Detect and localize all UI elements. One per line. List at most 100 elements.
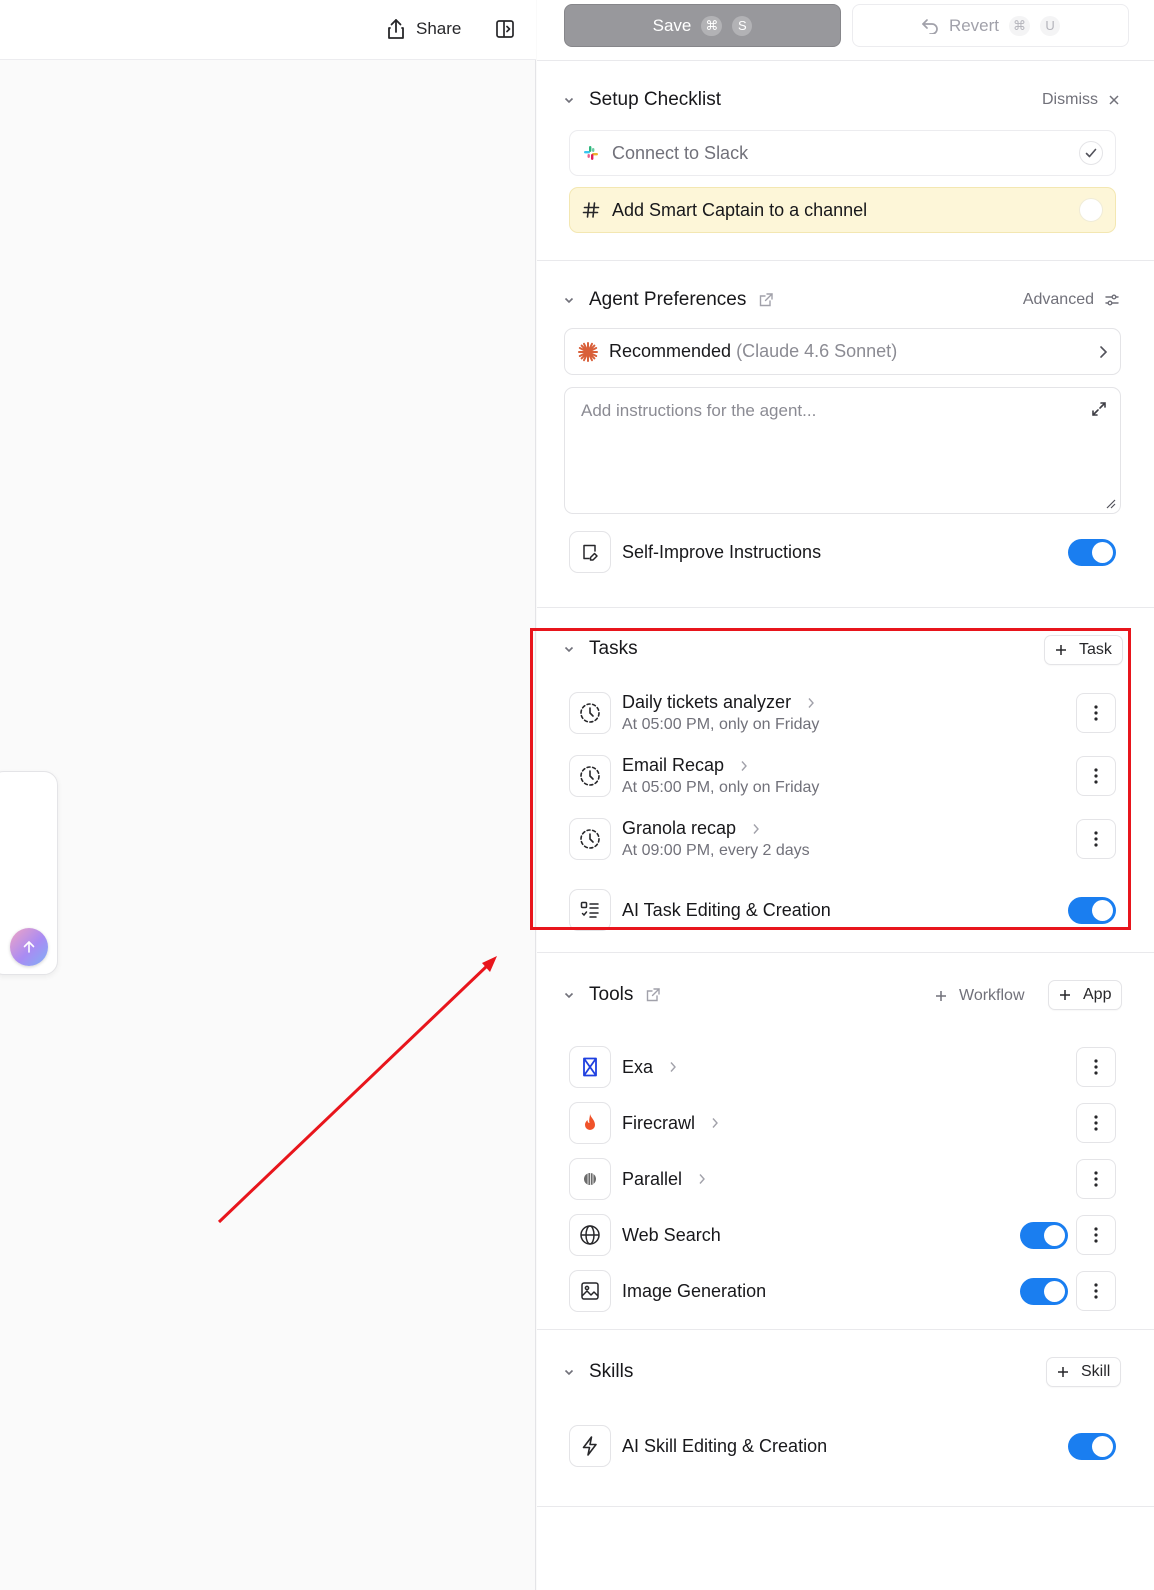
ai-task-editing-toggle[interactable] [1068, 896, 1116, 924]
tool-label: Image Generation [622, 1280, 767, 1301]
agent-settings-panel: Save ⌘ S Revert ⌘ U Setup Checklist Dism… [537, 0, 1154, 1590]
tasks-header[interactable]: Tasks [563, 638, 638, 660]
setup-checklist-header[interactable]: Setup Checklist [563, 89, 721, 111]
hash-icon [582, 202, 600, 218]
revert-button[interactable]: Revert ⌘ U [852, 4, 1129, 47]
clock-icon [569, 692, 611, 734]
instructions-textarea[interactable]: Add instructions for the agent... [564, 387, 1121, 514]
add-skill-label: Skill [1081, 1363, 1111, 1380]
dismiss-button[interactable]: Dismiss [1042, 91, 1120, 109]
advanced-button[interactable]: Advanced [1023, 291, 1120, 309]
web-search-toggle[interactable] [1020, 1221, 1068, 1249]
checklist-icon [569, 889, 611, 931]
model-detail: (Claude 4.6 Sonnet) [736, 341, 898, 361]
clock-icon [569, 755, 611, 797]
self-improve-toggle[interactable] [1068, 538, 1116, 566]
add-task-label: Task [1079, 641, 1112, 658]
more-options-button[interactable] [1076, 756, 1116, 796]
task-schedule: At 05:00 PM, only on Friday [622, 716, 820, 733]
save-button[interactable]: Save ⌘ S [564, 4, 841, 47]
more-vertical-icon [1094, 768, 1098, 784]
checklist-item-label: Connect to Slack [612, 142, 749, 163]
share-label: Share [416, 19, 462, 38]
sidebar-toggle-icon[interactable] [494, 18, 516, 40]
model-selector[interactable]: Recommended (Claude 4.6 Sonnet) [564, 328, 1121, 375]
more-options-button[interactable] [1076, 1271, 1116, 1311]
more-options-button[interactable] [1076, 1103, 1116, 1143]
add-task-button[interactable]: Task [1044, 635, 1123, 665]
tools-header[interactable]: Tools [563, 984, 661, 1006]
task-row[interactable]: Daily tickets analyzer At 05:00 PM, only… [569, 692, 1116, 734]
chevron-down-icon [564, 646, 574, 653]
parallel-icon [569, 1158, 611, 1200]
add-app-label: App [1083, 986, 1112, 1003]
expand-icon[interactable] [1090, 400, 1108, 418]
exa-icon [569, 1046, 611, 1088]
instructions-placeholder: Add instructions for the agent... [581, 401, 817, 420]
tool-label: Parallel [622, 1168, 683, 1189]
more-options-button[interactable] [1076, 1159, 1116, 1199]
tool-row-web-search[interactable]: Web Search [569, 1214, 1116, 1256]
revert-label: Revert [948, 15, 1000, 35]
chevron-down-icon [564, 992, 574, 999]
share-icon [388, 19, 404, 39]
checklist-item-label: Add Smart Captain to a channel [612, 199, 868, 220]
more-vertical-icon [1094, 831, 1098, 847]
share-button[interactable]: Share [386, 14, 461, 44]
send-button[interactable] [10, 928, 48, 966]
chevron-down-icon [564, 297, 574, 304]
tool-row-firecrawl[interactable]: Firecrawl [569, 1102, 1116, 1144]
self-improve-row: Self-Improve Instructions [569, 531, 1116, 573]
tool-row-parallel[interactable]: Parallel [569, 1158, 1116, 1200]
left-topbar: Share [0, 0, 536, 60]
section-title: Tools [589, 984, 634, 1005]
task-schedule: At 09:00 PM, every 2 days [622, 842, 810, 859]
ai-skill-editing-toggle[interactable] [1068, 1432, 1116, 1460]
more-vertical-icon [1094, 1059, 1098, 1075]
skills-section: Skills Skill [537, 1329, 1154, 1507]
more-vertical-icon [1094, 1227, 1098, 1243]
task-title: Granola recap [622, 818, 737, 838]
section-title: Setup Checklist [589, 89, 722, 110]
checklist-item-connect-slack[interactable]: Connect to Slack [569, 130, 1116, 176]
external-link-icon[interactable] [758, 292, 774, 308]
close-icon [1109, 95, 1119, 105]
more-options-button[interactable] [1076, 693, 1116, 733]
edit-document-icon [569, 531, 611, 573]
more-vertical-icon [1094, 705, 1098, 721]
more-options-button[interactable] [1076, 1215, 1116, 1255]
lightning-icon [569, 1425, 611, 1467]
add-workflow-button[interactable]: Workflow [935, 981, 1025, 1011]
section-title: Agent Preferences [589, 289, 747, 310]
chevron-down-icon [564, 1369, 574, 1376]
add-skill-button[interactable]: Skill [1046, 1357, 1122, 1387]
more-vertical-icon [1094, 1115, 1098, 1131]
advanced-label: Advanced [1022, 291, 1094, 308]
slack-icon [584, 146, 598, 160]
resize-handle-icon[interactable] [1104, 497, 1116, 509]
image-generation-toggle[interactable] [1020, 1277, 1068, 1305]
more-options-button[interactable] [1076, 819, 1116, 859]
model-label-wrap: Recommended (Claude 4.6 Sonnet) [609, 341, 1098, 362]
add-workflow-label: Workflow [959, 987, 1025, 1004]
task-schedule: At 05:00 PM, only on Friday [622, 779, 820, 796]
chevron-right-icon [741, 760, 747, 771]
unchecked-circle-icon [1079, 198, 1103, 222]
tool-row-exa[interactable]: Exa [569, 1046, 1116, 1088]
arrow-up-icon [23, 941, 35, 953]
task-title: Email Recap [622, 755, 725, 775]
globe-icon [569, 1214, 611, 1256]
add-app-button[interactable]: App [1048, 980, 1123, 1010]
task-row[interactable]: Granola recap At 09:00 PM, every 2 days [569, 818, 1116, 860]
tool-row-image-generation[interactable]: Image Generation [569, 1270, 1116, 1312]
task-row[interactable]: Email Recap At 05:00 PM, only on Friday [569, 755, 1116, 797]
checklist-item-add-to-channel[interactable]: Add Smart Captain to a channel [569, 187, 1116, 233]
external-link-icon[interactable] [645, 987, 661, 1003]
agent-preferences-header[interactable]: Agent Preferences [563, 289, 774, 311]
chevron-right-icon [808, 697, 814, 708]
skills-header[interactable]: Skills [563, 1361, 633, 1383]
plus-icon [1058, 1367, 1068, 1377]
annotation-arrow [217, 956, 497, 1224]
more-options-button[interactable] [1076, 1047, 1116, 1087]
ai-task-editing-row: AI Task Editing & Creation [569, 889, 1116, 931]
